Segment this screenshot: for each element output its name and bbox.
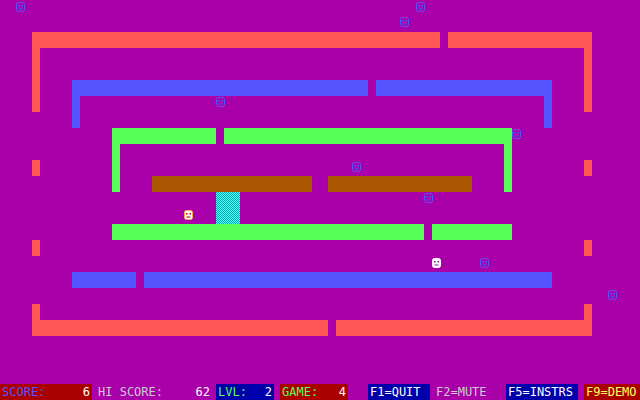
- maze-wall: [328, 176, 472, 192]
- player-icon: [432, 258, 441, 268]
- maze-wall: [32, 160, 40, 176]
- maze-wall: [144, 272, 552, 288]
- maze-board: [0, 0, 640, 384]
- enemy-icon: [400, 17, 409, 27]
- maze-wall: [72, 80, 80, 128]
- maze-wall: [32, 320, 328, 336]
- maze-wall: [544, 80, 552, 128]
- maze-wall: [32, 32, 40, 112]
- game-field: GAME:4: [280, 384, 348, 400]
- hi-score-field: HI SCORE:62: [96, 384, 212, 400]
- maze-wall: [584, 160, 592, 176]
- maze-wall: [112, 224, 424, 240]
- enemy-icon: [424, 193, 433, 203]
- score-field: SCORE:6: [0, 384, 92, 400]
- maze-wall: [336, 320, 592, 336]
- function-key[interactable]: F9=DEMO: [584, 384, 640, 400]
- bonus-icon: [184, 210, 193, 220]
- game-screen: SCORE:6HI SCORE:62LVL:2 GAME:4 F1=QUITF2=M…: [0, 0, 640, 400]
- function-key[interactable]: F1=QUIT: [368, 384, 430, 400]
- maze-wall: [432, 224, 512, 240]
- maze-wall: [32, 240, 40, 256]
- maze-wall: [584, 240, 592, 256]
- enemy-icon: [352, 162, 361, 172]
- maze-wall: [224, 128, 512, 144]
- enemy-icon: [512, 129, 521, 139]
- enemy-icon: [16, 2, 25, 12]
- maze-wall: [504, 128, 512, 192]
- maze-wall: [376, 80, 552, 96]
- function-key[interactable]: F2=MUTE: [434, 384, 500, 400]
- enemy-icon: [416, 2, 425, 12]
- maze-wall: [152, 176, 312, 192]
- status-bar: SCORE:6HI SCORE:62LVL:2 GAME:4 F1=QUITF2=M…: [0, 384, 640, 400]
- enemy-icon: [480, 258, 489, 268]
- enemy-icon: [608, 290, 617, 300]
- maze-wall: [72, 272, 136, 288]
- maze-wall: [112, 128, 216, 144]
- level-field: LVL:2: [216, 384, 274, 400]
- enemy-icon: [216, 97, 225, 107]
- maze-wall: [72, 80, 368, 96]
- exit-door: [216, 192, 240, 224]
- maze-wall: [112, 128, 120, 192]
- function-key[interactable]: F5=INSTRS: [506, 384, 578, 400]
- maze-wall: [32, 32, 440, 48]
- maze-wall: [584, 32, 592, 112]
- maze-wall: [448, 32, 592, 48]
